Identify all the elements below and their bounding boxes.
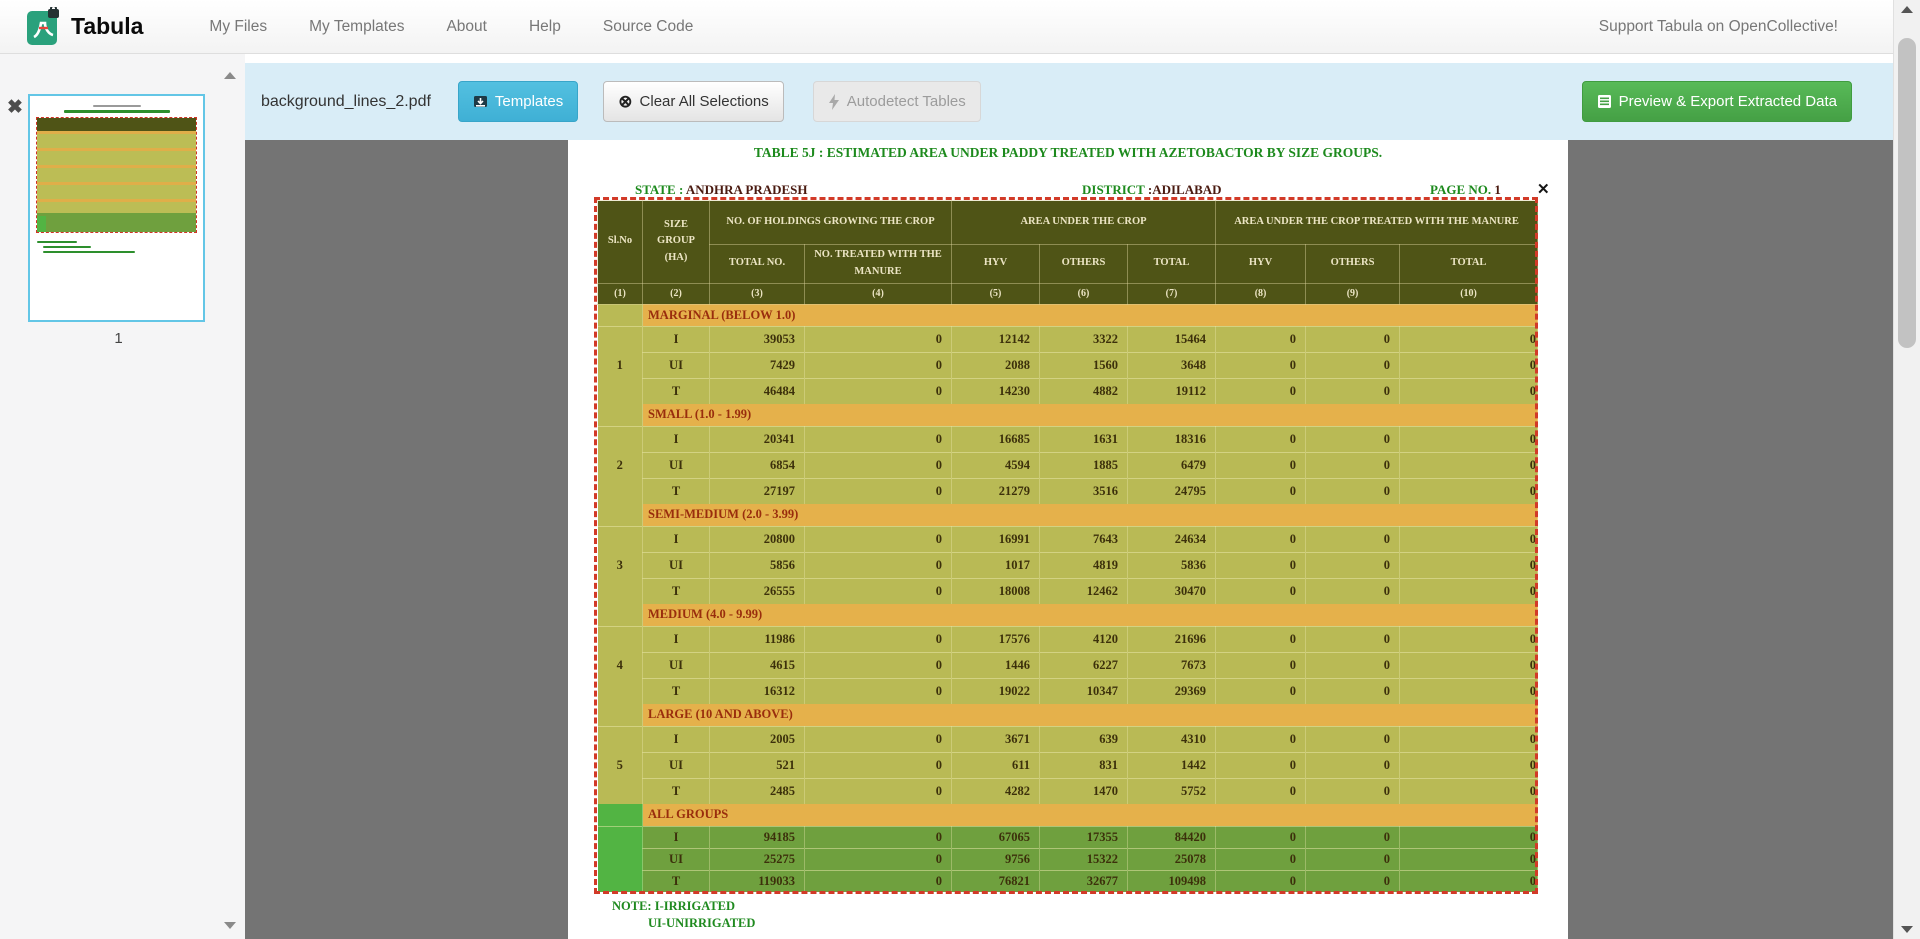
state-label: STATE : [635, 182, 683, 197]
pageno-line: PAGE NO. 1 [1430, 182, 1501, 198]
clear-button-label: Clear All Selections [640, 93, 769, 110]
nav-item-about[interactable]: About [446, 18, 487, 36]
templates-button-label: Templates [495, 93, 563, 110]
pages-sidebar: ✖ 1 [0, 54, 245, 939]
thumb-title-line [93, 105, 141, 107]
window-scrollbar[interactable] [1893, 0, 1920, 939]
nav-menu: My Files My Templates About Help Source Code [209, 18, 693, 36]
export-table-icon [1597, 94, 1612, 109]
pageno-value: 1 [1491, 182, 1501, 197]
file-toolbar: background_lines_2.pdf Templates ⊗ Clear… [245, 63, 1893, 140]
thumb-note-line [37, 241, 77, 243]
main-pane: background_lines_2.pdf Templates ⊗ Clear… [245, 54, 1893, 939]
thumb-table [36, 117, 197, 233]
sidebar-scroll-down-icon[interactable] [224, 922, 236, 929]
thumb-subtitle-line [64, 110, 170, 113]
table-title: TABLE 5J : ESTIMATED AREA UNDER PADDY TR… [568, 145, 1568, 161]
templates-icon [473, 94, 488, 109]
lightning-icon [828, 94, 840, 110]
state-value: ANDHRA PRADESH [683, 182, 807, 197]
table-selection-box[interactable] [594, 197, 1538, 894]
remove-selection-icon[interactable]: ✕ [1537, 180, 1550, 198]
preview-export-button[interactable]: Preview & Export Extracted Data [1582, 81, 1852, 122]
nav-item-my-files[interactable]: My Files [209, 18, 267, 36]
thumb-note-line [43, 246, 91, 248]
note-line-1: NOTE: I-IRRIGATED [612, 899, 735, 914]
sidebar-scroll-up-icon[interactable] [224, 72, 236, 79]
brand-name[interactable]: Tabula [71, 13, 143, 40]
export-button-label: Preview & Export Extracted Data [1619, 93, 1837, 110]
thumb-note-line [43, 251, 135, 253]
thumb-table-footer [37, 213, 196, 232]
clear-all-selections-button[interactable]: ⊗ Clear All Selections [603, 81, 783, 122]
clear-icon: ⊗ [618, 93, 632, 110]
page-thumbnail[interactable] [28, 94, 205, 322]
district-label: DISTRICT [1082, 182, 1145, 197]
district-value: :ADILABAD [1145, 182, 1222, 197]
page-number-label: 1 [28, 330, 209, 347]
thumb-table-body [37, 131, 196, 213]
thumb-table-header [37, 118, 196, 131]
autodetect-tables-button[interactable]: Autodetect Tables [813, 81, 981, 122]
note-line-2: UI-UNIRRIGATED [648, 916, 755, 931]
nav-item-my-templates[interactable]: My Templates [309, 18, 404, 36]
state-line: STATE : ANDHRA PRADESH [635, 182, 808, 198]
nav-item-help[interactable]: Help [529, 18, 561, 36]
autodetect-button-label: Autodetect Tables [847, 93, 966, 110]
support-link[interactable]: Support Tabula on OpenCollective! [1599, 18, 1838, 36]
current-filename: background_lines_2.pdf [261, 93, 431, 111]
templates-button[interactable]: Templates [458, 81, 578, 122]
nav-item-source-code[interactable]: Source Code [603, 18, 693, 36]
scrollbar-thumb[interactable] [1898, 38, 1916, 348]
district-line: DISTRICT :ADILABAD [1082, 182, 1222, 198]
pageno-label: PAGE NO. [1430, 182, 1491, 197]
scroll-down-icon[interactable] [1901, 926, 1913, 933]
top-navbar: Tabula My Files My Templates About Help Sour… [0, 0, 1893, 54]
pdf-viewer: TABLE 5J : ESTIMATED AREA UNDER PADDY TR… [245, 140, 1893, 939]
scroll-up-icon[interactable] [1901, 6, 1913, 13]
delete-page-icon[interactable]: ✖ [7, 98, 23, 117]
tabula-logo-icon[interactable] [26, 7, 62, 47]
pdf-page[interactable]: TABLE 5J : ESTIMATED AREA UNDER PADDY TR… [568, 140, 1568, 939]
